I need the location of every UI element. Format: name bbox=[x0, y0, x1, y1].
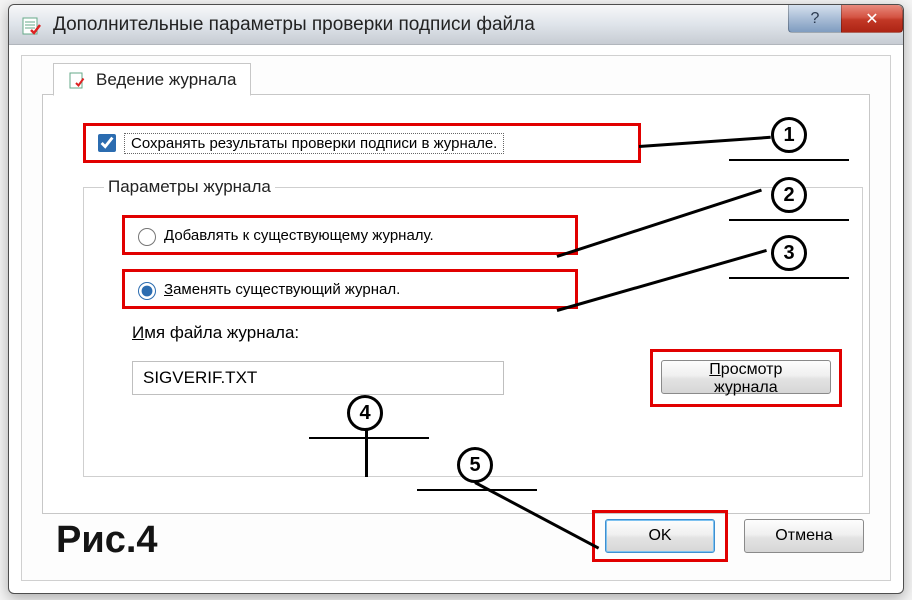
cancel-button[interactable]: Отмена bbox=[744, 519, 864, 553]
log-params-group: Параметры журнала ДДобавлять к существую… bbox=[83, 177, 863, 477]
window-title: Дополнительные параметры проверки подпис… bbox=[53, 14, 535, 36]
titlebar: Дополнительные параметры проверки подпис… bbox=[9, 5, 903, 45]
help-button[interactable]: ? bbox=[788, 5, 842, 33]
help-icon: ? bbox=[811, 10, 820, 28]
save-results-checkbox[interactable] bbox=[98, 134, 116, 152]
annotation-underline-3 bbox=[729, 277, 849, 279]
tab-label: Ведение журнала bbox=[96, 70, 236, 90]
annotation-underline-2 bbox=[729, 219, 849, 221]
tab-logging[interactable]: Ведение журнала bbox=[53, 63, 251, 96]
log-params-legend: Параметры журнала bbox=[104, 177, 275, 197]
ok-highlight: OK bbox=[592, 510, 728, 562]
radio-append[interactable] bbox=[138, 228, 156, 246]
close-button[interactable]: ✕ bbox=[841, 5, 903, 33]
radio-replace-label: Заменять существующий журнал. bbox=[164, 281, 400, 298]
annotation-3: 3 bbox=[771, 235, 807, 271]
app-icon bbox=[21, 14, 43, 36]
annotation-underline-4 bbox=[309, 437, 429, 439]
view-log-button[interactable]: Просмотр журнала bbox=[661, 360, 831, 394]
annotation-4: 4 bbox=[347, 395, 383, 431]
radio-append-label: ДДобавлять к существующему журналу.обавл… bbox=[164, 227, 434, 244]
client-area: Ведение журнала Сохранять результаты про… bbox=[21, 55, 891, 581]
save-results-label: Сохранять результаты проверки подписи в … bbox=[124, 133, 504, 154]
annotation-line-4v bbox=[365, 429, 368, 477]
ok-button[interactable]: OK bbox=[605, 519, 715, 553]
radio-append-row: ДДобавлять к существующему журналу.обавл… bbox=[122, 215, 578, 255]
annotation-underline-5 bbox=[417, 489, 537, 491]
file-row: Просмотр журнала bbox=[132, 349, 842, 407]
save-results-row: Сохранять результаты проверки подписи в … bbox=[83, 123, 641, 163]
view-log-highlight: Просмотр журнала bbox=[650, 349, 842, 407]
annotation-2: 2 bbox=[771, 177, 807, 213]
radio-replace[interactable] bbox=[138, 282, 156, 300]
window-controls: ? ✕ bbox=[789, 5, 903, 35]
annotation-1: 1 bbox=[771, 117, 807, 153]
annotation-5: 5 bbox=[457, 447, 493, 483]
close-icon: ✕ bbox=[865, 9, 878, 29]
file-label: Имя файла журнала: bbox=[132, 323, 842, 343]
figure-label: Рис.4 bbox=[56, 519, 158, 562]
tab-panel: Ведение журнала Сохранять результаты про… bbox=[42, 94, 870, 514]
radio-replace-row: Заменять существующий журнал. bbox=[122, 269, 578, 309]
log-filename-input[interactable] bbox=[132, 361, 504, 395]
journal-icon bbox=[68, 70, 88, 90]
dialog-window: Дополнительные параметры проверки подпис… bbox=[8, 4, 904, 594]
annotation-underline-1 bbox=[729, 159, 849, 161]
